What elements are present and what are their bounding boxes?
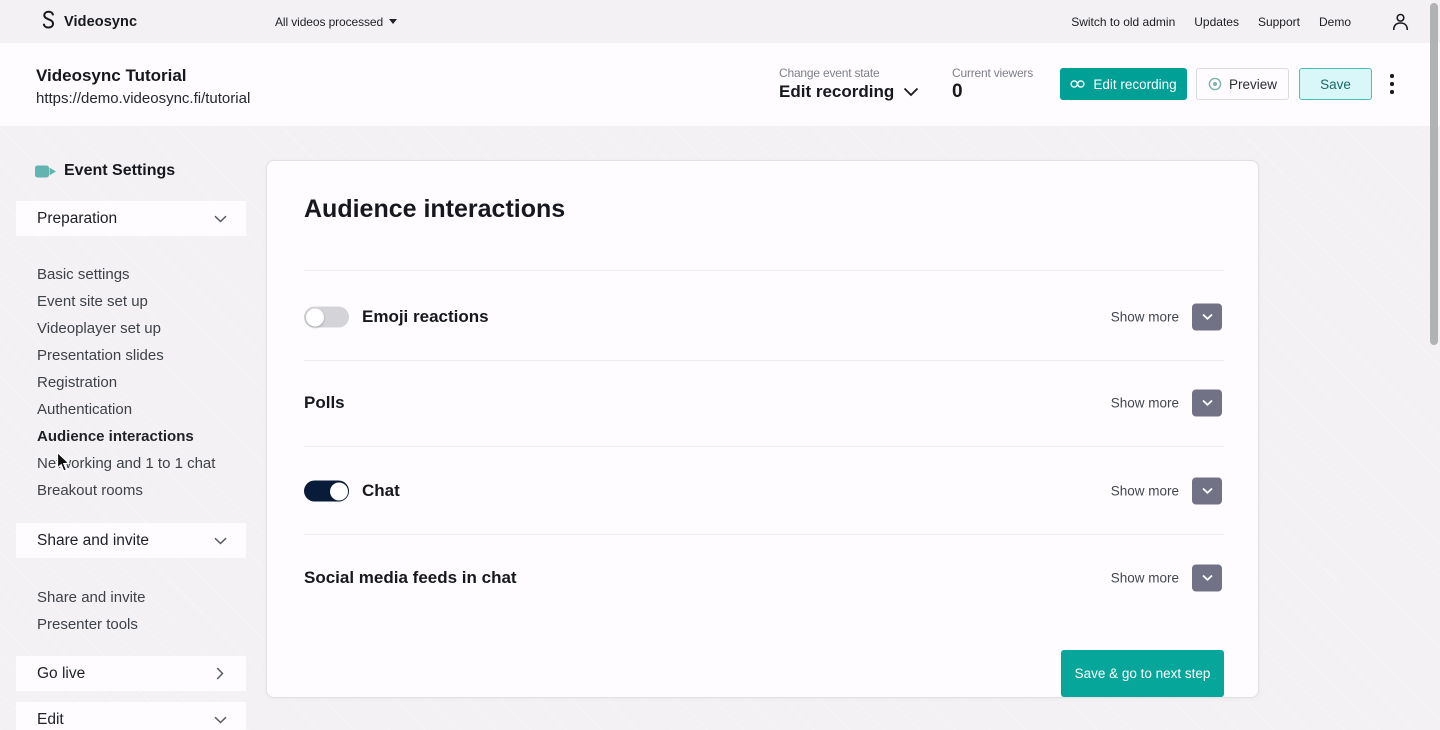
row-label-social-media: Social media feeds in chat: [304, 568, 517, 588]
show-more-label[interactable]: Show more: [1111, 484, 1179, 499]
chevron-down-icon: [214, 215, 227, 223]
event-state-label: Change event state: [779, 66, 879, 80]
show-more-label[interactable]: Show more: [1111, 571, 1179, 586]
show-more-chevron-button[interactable]: [1192, 390, 1222, 417]
chat-toggle[interactable]: [304, 481, 349, 502]
videos-processed-label: All videos processed: [275, 15, 383, 29]
mouse-cursor: [56, 451, 71, 473]
event-state-dropdown[interactable]: Edit recording: [779, 82, 919, 102]
sidebar-item-breakout-rooms[interactable]: Breakout rooms: [37, 477, 215, 504]
logo-text: Videosync: [64, 14, 137, 30]
show-more-label[interactable]: Show more: [1111, 396, 1179, 411]
preview-label: Preview: [1229, 77, 1277, 92]
link-support[interactable]: Support: [1258, 15, 1300, 29]
preview-button[interactable]: Preview: [1196, 68, 1289, 100]
divider: [304, 446, 1224, 447]
edit-recording-label: Edit recording: [1093, 77, 1176, 92]
chevron-down-icon: [903, 87, 919, 97]
chevron-down-icon: [214, 537, 227, 545]
current-viewers-count: 0: [952, 81, 963, 103]
sidebar-section-go-live[interactable]: Go live: [16, 656, 246, 691]
section-label: Edit: [37, 711, 64, 729]
sidebar-item-authentication[interactable]: Authentication: [37, 396, 215, 423]
show-more-chevron-button[interactable]: [1192, 478, 1222, 505]
link-demo[interactable]: Demo: [1319, 15, 1351, 29]
sidebar-item-event-site-set-up[interactable]: Event site set up: [37, 288, 215, 315]
preview-icon: [1208, 77, 1222, 91]
show-more-chevron-button[interactable]: [1192, 304, 1222, 331]
row-label-chat: Chat: [362, 481, 400, 501]
event-state-value: Edit recording: [779, 82, 894, 102]
video-camera-icon: [35, 165, 56, 178]
sidebar-section-edit[interactable]: Edit: [16, 702, 246, 730]
page-title: Videosync Tutorial: [36, 66, 187, 86]
share-items: Share and invite Presenter tools: [37, 584, 145, 638]
divider: [304, 360, 1224, 361]
section-label: Share and invite: [37, 532, 149, 550]
sidebar-item-share-and-invite[interactable]: Share and invite: [37, 584, 145, 611]
videosync-logo-icon: [40, 10, 57, 31]
sidebar-section-preparation[interactable]: Preparation: [16, 201, 246, 236]
sidebar-item-presenter-tools[interactable]: Presenter tools: [37, 611, 145, 638]
section-label: Go live: [37, 665, 85, 683]
sidebar-item-videoplayer-set-up[interactable]: Videoplayer set up: [37, 315, 215, 342]
scrollbar-thumb[interactable]: [1430, 3, 1438, 345]
link-switch-to-old-admin[interactable]: Switch to old admin: [1071, 15, 1175, 29]
emoji-reactions-toggle[interactable]: [304, 307, 349, 328]
sidebar-item-basic-settings[interactable]: Basic settings: [37, 261, 215, 288]
sidebar-title: Event Settings: [64, 162, 175, 180]
link-updates[interactable]: Updates: [1194, 15, 1239, 29]
logo[interactable]: Videosync: [40, 0, 137, 43]
divider: [304, 534, 1224, 535]
save-button[interactable]: Save: [1299, 68, 1372, 100]
sidebar-header: Event Settings: [35, 162, 175, 180]
current-viewers-label: Current viewers: [952, 66, 1033, 80]
kebab-menu-icon[interactable]: [1390, 74, 1394, 94]
user-icon[interactable]: [1392, 13, 1409, 31]
content-card: Audience interactions Emoji reactions Sh…: [266, 160, 1259, 698]
sidebar-item-presentation-slides[interactable]: Presentation slides: [37, 342, 215, 369]
row-label-emoji-reactions: Emoji reactions: [362, 307, 489, 327]
save-next-step-button[interactable]: Save & go to next step: [1061, 650, 1224, 697]
row-label-polls: Polls: [304, 393, 345, 413]
section-label: Preparation: [37, 210, 117, 228]
recording-icon: [1070, 79, 1085, 89]
sidebar-item-audience-interactions[interactable]: Audience interactions: [37, 423, 215, 450]
edit-recording-button[interactable]: Edit recording: [1060, 68, 1187, 100]
caret-down-icon: [389, 19, 397, 24]
chevron-down-icon: [214, 716, 227, 724]
chevron-right-icon: [216, 667, 224, 680]
show-more-label[interactable]: Show more: [1111, 310, 1179, 325]
save-label: Save: [1320, 77, 1351, 92]
divider: [304, 270, 1224, 271]
sidebar-section-share-and-invite[interactable]: Share and invite: [16, 523, 246, 558]
show-more-chevron-button[interactable]: [1192, 565, 1222, 592]
event-header: Videosync Tutorial https://demo.videosyn…: [0, 43, 1440, 126]
page-url: https://demo.videosync.fi/tutorial: [36, 90, 250, 107]
top-bar: Videosync All videos processed Switch to…: [0, 0, 1440, 43]
videos-processed-dropdown[interactable]: All videos processed: [275, 0, 397, 43]
sidebar-item-registration[interactable]: Registration: [37, 369, 215, 396]
content-heading: Audience interactions: [304, 195, 565, 224]
